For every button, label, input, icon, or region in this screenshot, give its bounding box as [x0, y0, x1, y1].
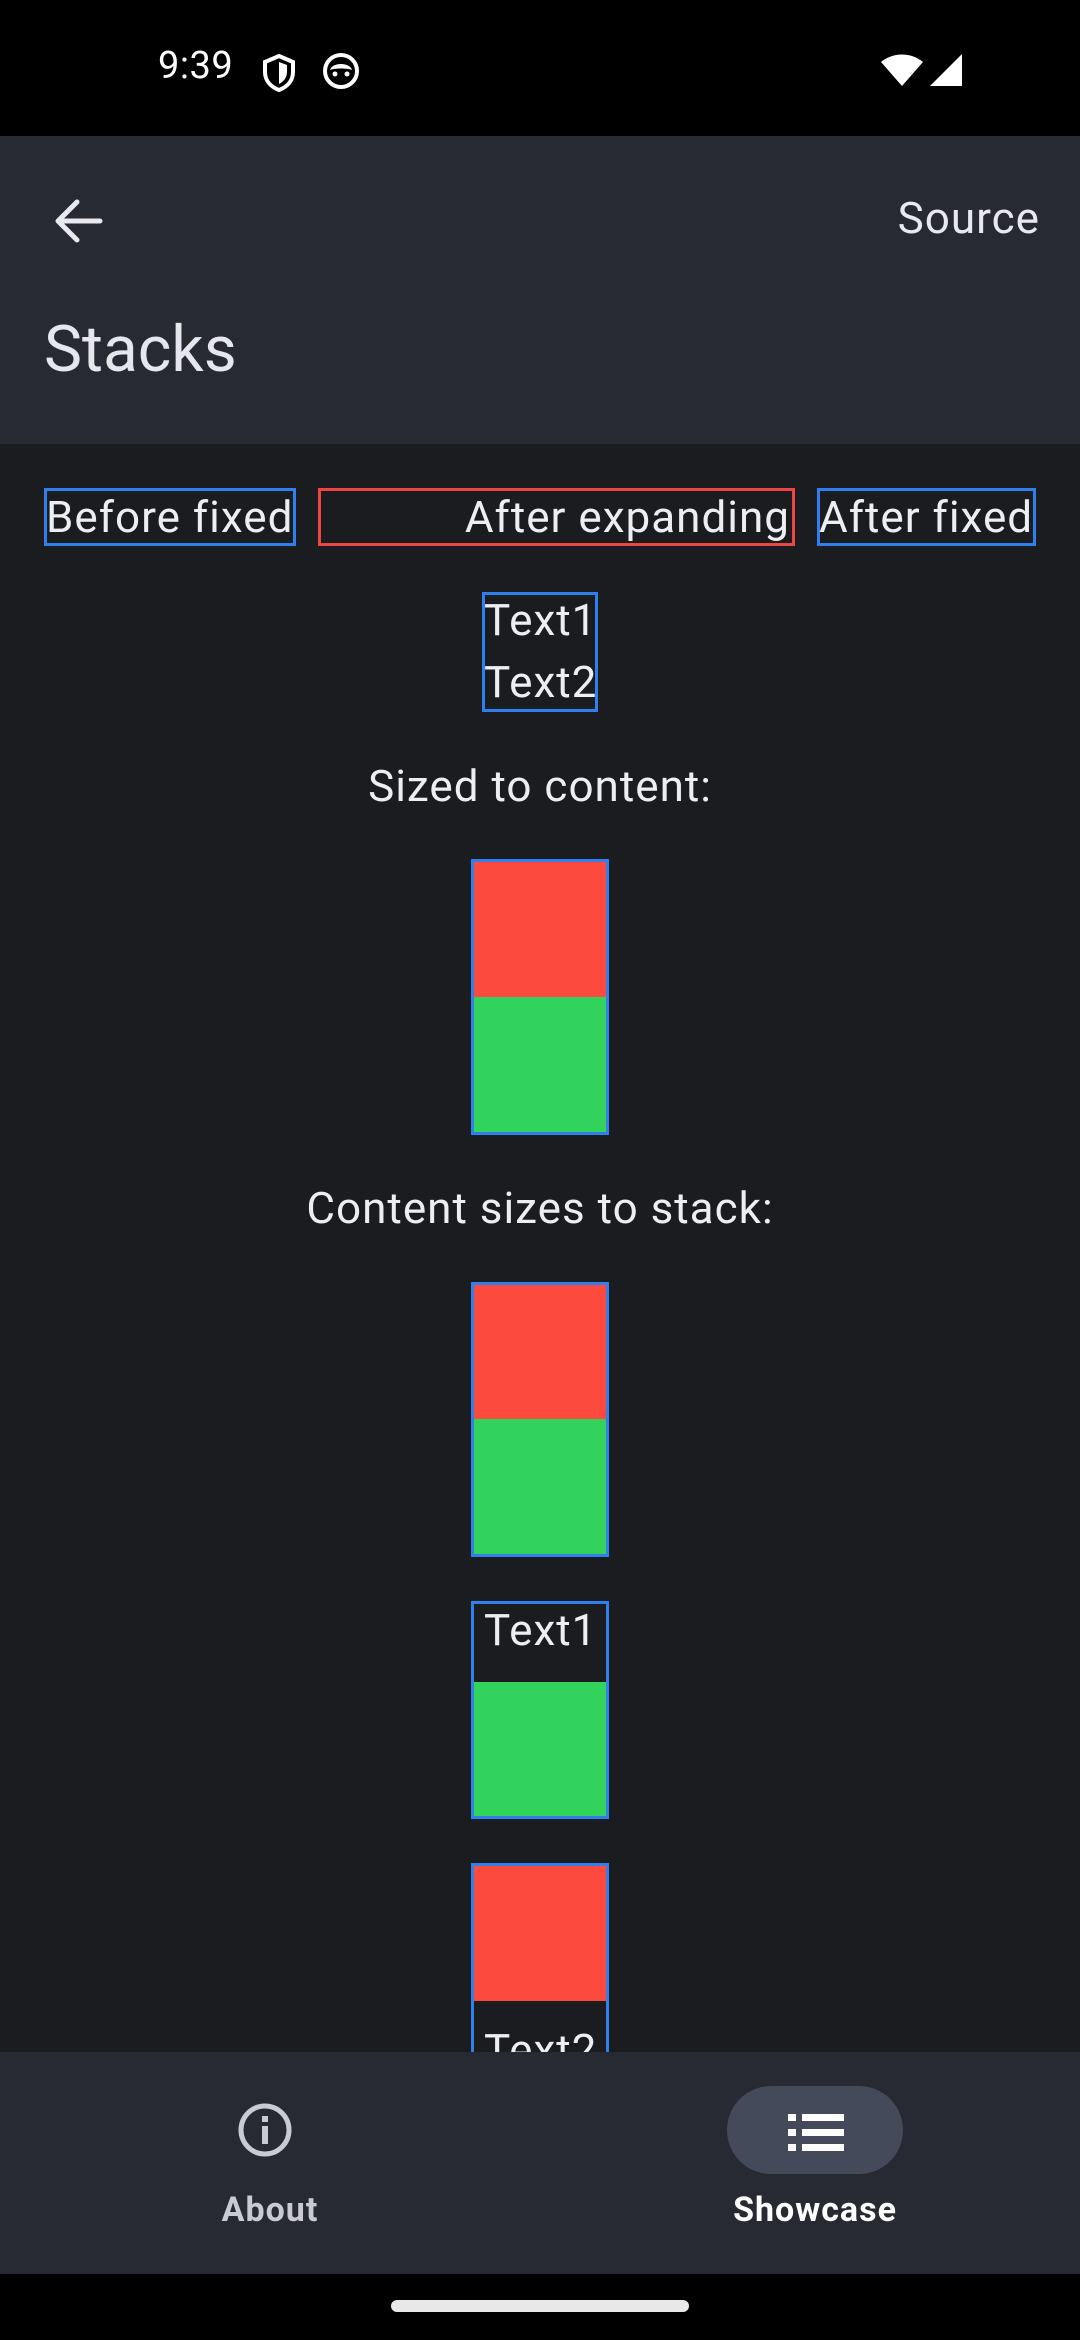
content-sizes-label: Content sizes to stack:	[306, 1182, 774, 1234]
top-app-bar	[0, 136, 1080, 444]
shield-icon	[263, 54, 295, 92]
source-button[interactable]: Source	[898, 192, 1040, 244]
home-gesture-handle[interactable]	[391, 2300, 689, 2312]
stacks-content[interactable]: Before fixed After expanding After fixed…	[0, 444, 1080, 2052]
wifi-icon	[881, 54, 923, 86]
cat-face-icon	[323, 53, 359, 89]
status-time: 9:39	[158, 44, 234, 88]
text-stack-item-2: Text2	[484, 656, 598, 708]
back-button[interactable]	[30, 173, 126, 269]
sized-to-content-label: Sized to content:	[368, 760, 712, 812]
info-icon	[238, 2103, 292, 2157]
page-title: Stacks	[44, 312, 237, 387]
nav-label-about: About	[221, 2190, 319, 2230]
text-stack-item-1: Text1	[484, 594, 598, 646]
list-icon	[788, 2114, 844, 2151]
nav-item-about[interactable]	[0, 2052, 540, 2274]
sized-stack-box	[471, 859, 609, 1135]
cellular-signal-icon	[930, 54, 962, 86]
after-expanding-label: After expanding	[464, 491, 790, 543]
mixed-stack-text1: Text1	[484, 1604, 598, 1656]
nav-label-showcase: Showcase	[733, 2190, 897, 2230]
after-fixed-label: After fixed	[819, 491, 1034, 543]
mixed-stack-text2: Text2	[484, 2024, 598, 2052]
fill-stack-box	[471, 1282, 609, 1557]
nav-item-showcase[interactable]	[540, 2052, 1080, 2274]
arrow-back-icon	[55, 199, 103, 243]
before-fixed-label: Before fixed	[46, 491, 294, 543]
